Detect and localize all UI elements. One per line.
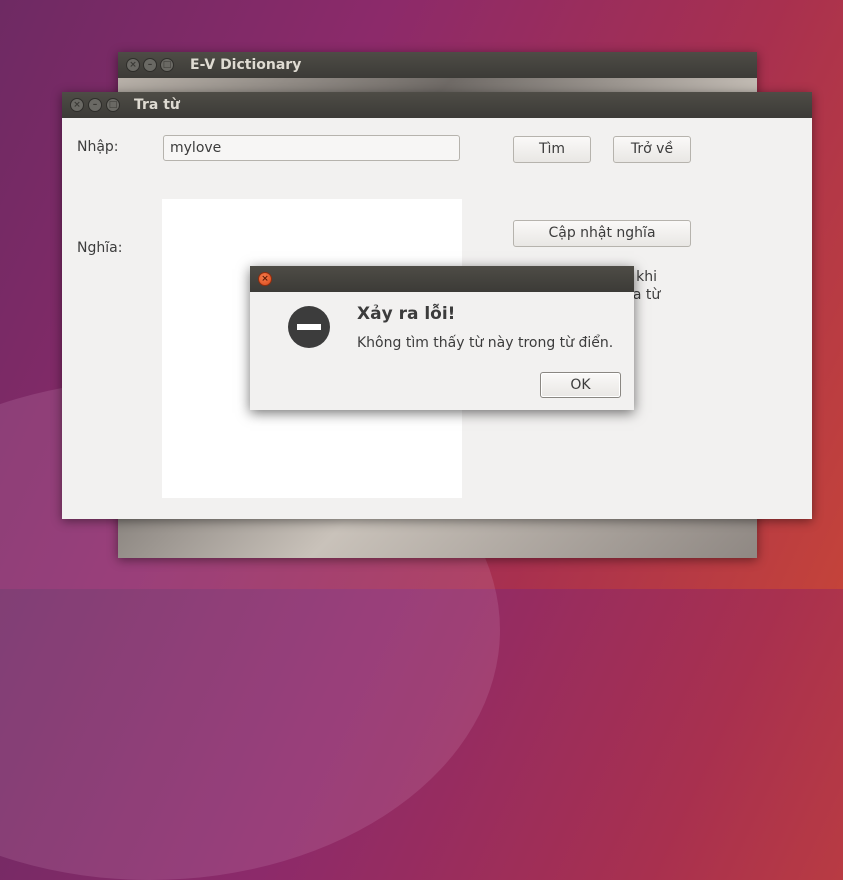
- word-input[interactable]: mylove: [163, 135, 460, 161]
- search-button[interactable]: Tìm: [513, 136, 591, 163]
- update-meaning-button[interactable]: Cập nhật nghĩa: [513, 220, 691, 247]
- maximize-icon[interactable]: □: [160, 58, 174, 72]
- minimize-icon[interactable]: –: [88, 98, 102, 112]
- error-dialog: × Xảy ra lỗi! Không tìm thấy từ này tron…: [250, 266, 634, 410]
- dialog-heading: Xảy ra lỗi!: [357, 304, 456, 324]
- back-button[interactable]: Trở về: [613, 136, 691, 163]
- error-stop-icon: [288, 306, 330, 348]
- meaning-label: Nghĩa:: [77, 240, 123, 256]
- close-icon[interactable]: ×: [258, 272, 272, 286]
- close-icon[interactable]: ×: [70, 98, 84, 112]
- close-icon[interactable]: ×: [126, 58, 140, 72]
- input-label: Nhập:: [77, 139, 119, 155]
- dialog-message: Không tìm thấy từ này trong từ điển.: [357, 335, 614, 351]
- lookup-titlebar: × – □ Tra từ: [62, 92, 812, 118]
- ok-button[interactable]: OK: [540, 372, 621, 398]
- window-title: Tra từ: [134, 97, 180, 113]
- maximize-icon[interactable]: □: [106, 98, 120, 112]
- window-title: E-V Dictionary: [190, 57, 302, 73]
- dictionary-titlebar: × – □ E-V Dictionary: [118, 52, 757, 78]
- dialog-titlebar: ×: [250, 266, 634, 292]
- word-input-value: mylove: [170, 140, 222, 156]
- minimize-icon[interactable]: –: [143, 58, 157, 72]
